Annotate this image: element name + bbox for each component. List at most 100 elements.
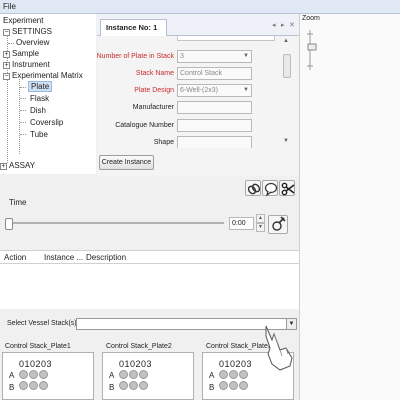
well[interactable] — [19, 381, 28, 390]
zoom-label: Zoom — [302, 15, 320, 22]
scroll-thumb[interactable] — [283, 54, 291, 78]
plate-design-label: Plate Design — [134, 87, 174, 94]
link-icon — [247, 183, 261, 195]
vessel-label: Select Vessel Stack(s) — [7, 320, 77, 327]
zoom-slider[interactable] — [306, 30, 318, 70]
comment-button[interactable] — [262, 180, 278, 196]
well[interactable] — [129, 381, 138, 390]
spin-down-icon[interactable]: ▼ — [256, 223, 265, 232]
plate-design-select[interactable]: 6-Well-(2x3) ▼ — [177, 84, 252, 97]
time-slider-track[interactable] — [8, 222, 224, 224]
manufacturer-input[interactable] — [177, 101, 252, 114]
expand-icon[interactable]: + — [3, 62, 10, 69]
tree-item-overview[interactable]: Overview — [16, 37, 49, 48]
speech-bubble-icon — [264, 182, 278, 196]
form-scrollbar[interactable]: ▲ ▼ — [282, 38, 292, 148]
tree-item-flask[interactable]: Flask — [30, 93, 49, 104]
well[interactable] — [29, 370, 38, 379]
cut-off-field — [177, 36, 275, 41]
tree-line — [19, 79, 20, 154]
well[interactable] — [39, 381, 48, 390]
instance-form: Number of Plate in Stack 3 ▼ Stack Name C… — [97, 36, 299, 176]
tree-item-sample[interactable]: + Sample — [3, 48, 39, 59]
time-label: Time — [9, 198, 27, 207]
plate-row-label: B — [9, 383, 15, 392]
hand-cursor-icon — [265, 325, 293, 371]
tree-item-dish[interactable]: Dish — [30, 105, 46, 116]
plate-title: Control Stack_Plate1 — [5, 343, 71, 350]
tree-item-coverslip[interactable]: Coverslip — [30, 117, 63, 128]
chevron-down-icon: ▼ — [243, 87, 249, 93]
add-timepoint-button[interactable] — [268, 215, 288, 234]
tree-item-plate[interactable]: Plate — [28, 81, 53, 92]
well[interactable] — [19, 370, 28, 379]
expand-icon[interactable]: + — [0, 163, 7, 170]
plate-row-label: A — [109, 371, 115, 380]
tab-instance-1[interactable]: Instance No: 1 — [100, 19, 167, 36]
stack-name-input[interactable]: Control Stack — [177, 67, 252, 80]
tree-item-instrument[interactable]: + Instrument — [3, 59, 50, 70]
well[interactable] — [119, 370, 128, 379]
plate-row-label: B — [209, 383, 215, 392]
menu-bar: File — [0, 0, 400, 14]
expand-icon[interactable]: + — [3, 51, 10, 58]
plate-title: Control Stack_Plate2 — [106, 343, 172, 350]
well[interactable] — [39, 370, 48, 379]
tree-item-tube[interactable]: Tube — [30, 129, 48, 140]
plate-columns: 010203 — [119, 359, 153, 369]
scroll-down-icon[interactable]: ▼ — [283, 138, 289, 144]
time-slider-handle[interactable] — [5, 218, 13, 230]
well[interactable] — [219, 381, 228, 390]
action-table-body — [0, 264, 299, 309]
plate-row-label: A — [9, 371, 15, 380]
tree-root[interactable]: Experiment — [3, 15, 43, 26]
col-action[interactable]: Action — [4, 253, 26, 262]
plate-card[interactable]: 010203 A B — [2, 352, 94, 400]
scissors-icon — [281, 182, 295, 196]
scroll-up-icon[interactable]: ▲ — [283, 38, 289, 44]
chevron-down-icon: ▼ — [243, 53, 249, 59]
plate-columns: 010203 — [219, 359, 253, 369]
well[interactable] — [239, 370, 248, 379]
well[interactable] — [139, 381, 148, 390]
cut-button[interactable] — [279, 180, 295, 196]
time-spinner[interactable]: ▲ ▼ — [256, 214, 265, 233]
instance-tab-bar: Instance No: 1 ◂ ▸ ✕ — [97, 14, 299, 36]
plate-row-label: A — [209, 371, 215, 380]
catalogue-input[interactable] — [177, 119, 252, 132]
well[interactable] — [139, 370, 148, 379]
shape-label: Shape — [153, 139, 174, 146]
tab-next-icon[interactable]: ▸ — [281, 21, 285, 29]
link-button[interactable] — [245, 180, 261, 196]
well[interactable] — [229, 370, 238, 379]
well[interactable] — [119, 381, 128, 390]
pin-add-icon — [272, 216, 286, 231]
tab-prev-icon[interactable]: ◂ — [272, 21, 276, 29]
time-input[interactable]: 0:00 — [229, 217, 254, 230]
col-description[interactable]: Description — [86, 253, 126, 262]
create-instance-button[interactable]: Create Instance — [99, 155, 154, 170]
tree-item-settings[interactable]: − SETTINGS — [3, 26, 52, 37]
num-plates-label: Number of Plate in Stack — [96, 53, 174, 60]
well[interactable] — [219, 370, 228, 379]
stack-name-label: Stack Name — [135, 70, 174, 77]
tab-close-icon[interactable]: ✕ — [289, 21, 295, 29]
plate-row-label: B — [109, 383, 115, 392]
collapse-icon[interactable]: − — [3, 73, 10, 80]
shape-input[interactable] — [177, 136, 252, 148]
well[interactable] — [29, 381, 38, 390]
tree-item-assay[interactable]: + ASSAY — [0, 160, 35, 171]
col-instance[interactable]: Instance ... — [44, 253, 83, 262]
manufacturer-label: Manufacturer — [132, 104, 174, 111]
tree-item-matrix[interactable]: − Experimental Matrix — [3, 70, 83, 81]
well[interactable] — [229, 381, 238, 390]
plate-columns: 010203 — [19, 359, 53, 369]
plate-card[interactable]: 010203 A B — [102, 352, 194, 400]
zoom-panel: Zoom — [299, 14, 400, 400]
num-plates-select[interactable]: 3 ▼ — [177, 50, 252, 63]
action-table-header: Action Instance ... Description — [0, 250, 299, 264]
menu-file[interactable]: File — [3, 2, 16, 11]
well[interactable] — [239, 381, 248, 390]
spin-up-icon[interactable]: ▲ — [256, 214, 265, 223]
well[interactable] — [129, 370, 138, 379]
